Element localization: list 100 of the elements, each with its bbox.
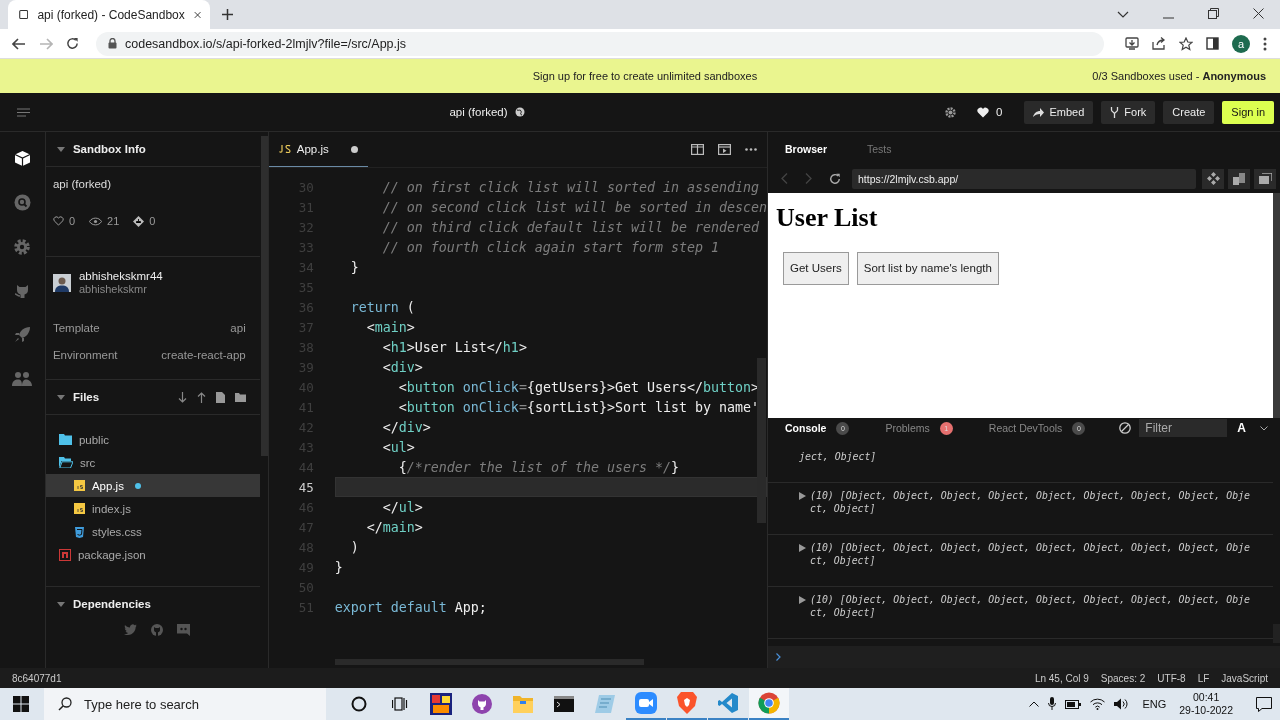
banner-message[interactable]: Sign up for free to create unlimited sandboxes (532, 70, 758, 82)
bird-icon[interactable] (123, 624, 137, 635)
css-file-icon (73, 525, 85, 538)
page-button[interactable]: Get Users (783, 251, 849, 285)
url-field[interactable]: https://2lmjlv.csb.app/ (852, 168, 1196, 189)
open-folder-icon (58, 457, 73, 468)
property-label: Environment (52, 348, 118, 361)
status-item[interactable]: Spaces: 2 (1100, 672, 1146, 684)
npm-icon (58, 548, 71, 561)
star-icon[interactable] (1179, 36, 1193, 51)
status-item[interactable]: UTF-8 (1157, 672, 1186, 684)
collapse-icon[interactable] (56, 146, 65, 152)
microphone-icon[interactable] (1048, 697, 1057, 711)
sandbox-title: api (forked) (449, 106, 508, 118)
heart-icon[interactable] (977, 106, 990, 118)
split-editor-icon[interactable] (691, 144, 704, 155)
caret-up-icon[interactable] (1029, 701, 1040, 707)
chat-icon[interactable] (176, 624, 190, 636)
restore-icon[interactable] (1208, 8, 1219, 19)
status-item[interactable]: JavaScript (1221, 672, 1268, 684)
download-icon[interactable] (177, 391, 187, 403)
file-tree-item[interactable]: package.json (45, 543, 260, 566)
file-tree-item[interactable]: public (45, 428, 260, 451)
expand-arrow-icon[interactable] (799, 491, 806, 500)
chevron-down-icon[interactable] (1260, 425, 1268, 431)
start-icon[interactable] (13, 696, 29, 712)
section-title[interactable]: Files (72, 391, 100, 403)
reload-icon[interactable] (829, 172, 841, 185)
new-file-icon[interactable] (215, 391, 225, 403)
window-icon[interactable] (1254, 168, 1276, 189)
file-tab[interactable]: App.js (268, 132, 368, 167)
file-tree-item[interactable]: App.js (45, 474, 260, 497)
signin-button[interactable]: Sign in (1222, 100, 1274, 124)
install-icon[interactable] (1125, 37, 1139, 50)
avatar[interactable] (52, 273, 71, 292)
file-tree-item[interactable]: index.js (45, 497, 260, 520)
chrome-icon[interactable] (749, 688, 789, 720)
notifications-icon[interactable] (1256, 696, 1272, 712)
address-field[interactable]: codesandbox.io/s/api-forked-2lmjlv?file=/src/App.js (96, 31, 1104, 56)
back-icon[interactable] (12, 37, 26, 50)
page-button[interactable]: Sort list by name's length (856, 251, 999, 285)
language-indicator[interactable]: ENG (1142, 698, 1167, 710)
property-value: api (230, 321, 246, 334)
fork-count: 0 (149, 215, 156, 227)
more-icon[interactable] (1263, 36, 1267, 51)
more-icon[interactable] (745, 148, 757, 151)
expand-arrow-icon[interactable] (799, 543, 806, 552)
file-tree-item[interactable]: src (45, 451, 260, 474)
scrollbar[interactable] (1273, 192, 1280, 419)
globe-icon (514, 107, 525, 117)
collapse-icon[interactable] (56, 601, 65, 607)
profile-avatar[interactable]: a (1232, 34, 1250, 53)
speaker-icon[interactable] (1114, 698, 1130, 710)
panel-tab[interactable]: Browser (785, 142, 828, 155)
close-icon[interactable] (1253, 8, 1264, 19)
status-item[interactable]: Ln 45, Col 9 (1034, 672, 1089, 684)
panel-tab[interactable]: Tests (867, 142, 892, 155)
filter-field[interactable]: Filter (1139, 419, 1228, 438)
create-button[interactable]: Create (1163, 100, 1215, 124)
embed-button[interactable]: Embed (1024, 100, 1094, 124)
side-panel-icon[interactable] (1206, 37, 1219, 50)
code-line: </ul> (381, 499, 423, 515)
battery-icon[interactable] (1065, 699, 1082, 709)
code-line: <div> (381, 359, 423, 375)
author-name[interactable]: abhishekskmr44 (78, 270, 163, 282)
code-line: <ul> (381, 439, 415, 455)
chevron-down-icon[interactable] (1117, 11, 1129, 19)
fork-button[interactable]: Fork (1101, 100, 1156, 124)
code-line: </div> (381, 419, 431, 435)
eye-icon (89, 216, 103, 226)
code-line: <button onClick={sortList}>Sort list by name' (397, 399, 760, 415)
scrollbar[interactable] (757, 358, 766, 523)
file-tree-item[interactable]: styles.css (45, 520, 260, 543)
search-field[interactable]: Type here to search (44, 688, 326, 720)
font-toggle[interactable]: A (1237, 421, 1246, 436)
menu-icon[interactable] (17, 107, 30, 117)
github-icon[interactable] (150, 624, 163, 636)
sandbox-usage: 0/3 Sandboxes used - Anonymous (1092, 70, 1266, 82)
section-title[interactable]: Sandbox Info (72, 143, 146, 155)
clock-time[interactable]: 00:41 (1193, 691, 1220, 704)
expand-arrow-icon[interactable] (799, 595, 806, 604)
collapse-icon[interactable] (56, 394, 65, 400)
copy-icon[interactable] (1228, 168, 1250, 189)
clock-date[interactable]: 29-10-2022 (1179, 704, 1233, 717)
upload-icon[interactable] (196, 391, 206, 403)
wifi-icon[interactable] (1090, 698, 1106, 710)
page-tab[interactable]: api (forked) - CodeSandbox (8, 0, 210, 29)
settings-icon[interactable] (944, 105, 958, 119)
reload-icon[interactable] (66, 37, 79, 50)
code-line: ) (349, 539, 359, 555)
preview-icon[interactable] (718, 144, 731, 155)
section-title[interactable]: Dependencies (72, 598, 151, 610)
new-tab-icon[interactable] (221, 8, 234, 21)
share-icon[interactable] (1152, 37, 1166, 50)
fork-icon (133, 215, 145, 227)
status-item[interactable]: LF (1197, 672, 1210, 684)
scrollbar[interactable] (260, 136, 268, 456)
console-input[interactable] (768, 646, 1280, 668)
new-folder-icon[interactable] (234, 392, 246, 402)
clear-icon[interactable] (1119, 422, 1132, 435)
